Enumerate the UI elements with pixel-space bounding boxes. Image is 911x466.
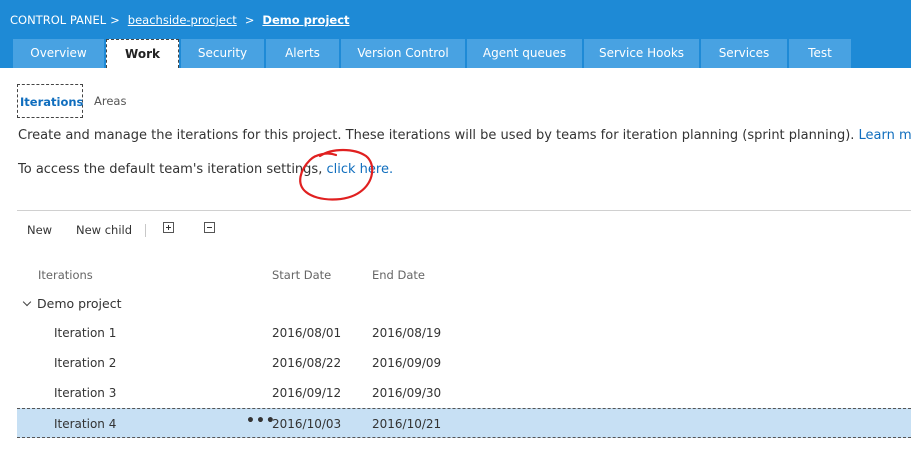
breadcrumb-collection-link[interactable]: beachside-procject: [128, 13, 237, 27]
column-header-end-date[interactable]: End Date: [372, 268, 425, 282]
iteration-name: Iteration 2: [54, 356, 117, 370]
subtab-areas[interactable]: Areas: [94, 84, 126, 118]
expand-all-icon[interactable]: [163, 222, 174, 233]
column-header-start-date[interactable]: Start Date: [272, 268, 331, 282]
click-here-link[interactable]: click here.: [326, 162, 393, 177]
learn-more-link[interactable]: Learn more: [859, 128, 911, 143]
tree-root-demo-project[interactable]: Demo project: [22, 296, 122, 311]
access-settings-line: To access the default team's iteration s…: [18, 162, 393, 177]
table-row-selected[interactable]: Iteration 4 ••• 2016/10/03 2016/10/21: [17, 408, 911, 438]
breadcrumb-control-panel[interactable]: CONTROL PANEL: [10, 13, 106, 27]
iteration-start-date: 2016/08/22: [272, 356, 342, 370]
iteration-end-date: 2016/09/09: [372, 356, 442, 370]
subtab-iterations[interactable]: Iterations: [17, 84, 83, 118]
top-header: CONTROL PANEL > beachside-procject > Demo pr…: [0, 0, 911, 68]
access-text: To access the default team's iteration s…: [18, 162, 323, 177]
tab-test[interactable]: Test: [789, 39, 851, 68]
tab-overview[interactable]: Overview: [13, 39, 104, 68]
tab-security[interactable]: Security: [181, 39, 264, 68]
table-row[interactable]: Iteration 1 2016/08/01 2016/08/19: [17, 318, 911, 348]
tab-alerts[interactable]: Alerts: [266, 39, 339, 68]
table-row[interactable]: Iteration 2 2016/08/22 2016/09/09: [17, 348, 911, 378]
table-row[interactable]: Iteration 3 2016/09/12 2016/09/30: [17, 378, 911, 408]
breadcrumb-project-link[interactable]: Demo project: [262, 13, 349, 27]
breadcrumb: CONTROL PANEL > beachside-procject > Demo pr…: [10, 13, 350, 27]
tab-work[interactable]: Work: [106, 39, 179, 68]
new-button[interactable]: New: [27, 223, 52, 237]
iteration-end-date: 2016/09/30: [372, 386, 442, 400]
page-description: Create and manage the iterations for thi…: [18, 128, 911, 143]
chevron-down-icon[interactable]: [22, 297, 32, 307]
iteration-end-date: 2016/10/21: [372, 417, 442, 431]
column-header-iterations[interactable]: Iterations: [38, 268, 93, 282]
iteration-end-date: 2016/08/19: [372, 326, 442, 340]
breadcrumb-separator: >: [110, 13, 120, 27]
iteration-start-date: 2016/09/12: [272, 386, 342, 400]
iteration-start-date: 2016/10/03: [272, 417, 342, 431]
iteration-name: Iteration 1: [54, 326, 117, 340]
iteration-name: Iteration 4: [54, 417, 117, 431]
tab-service-hooks[interactable]: Service Hooks: [584, 39, 699, 68]
new-child-button[interactable]: New child: [76, 223, 132, 237]
breadcrumb-separator: >: [244, 13, 255, 27]
iteration-start-date: 2016/08/01: [272, 326, 342, 340]
tab-agent-queues[interactable]: Agent queues: [467, 39, 582, 68]
description-text: Create and manage the iterations for thi…: [18, 128, 855, 143]
tab-version-control[interactable]: Version Control: [341, 39, 465, 68]
collapse-all-icon[interactable]: [204, 222, 215, 233]
tree-root-label: Demo project: [37, 296, 122, 311]
tab-services[interactable]: Services: [701, 39, 787, 68]
iteration-name: Iteration 3: [54, 386, 117, 400]
section-divider: [17, 210, 911, 211]
toolbar-separator: [145, 224, 146, 237]
